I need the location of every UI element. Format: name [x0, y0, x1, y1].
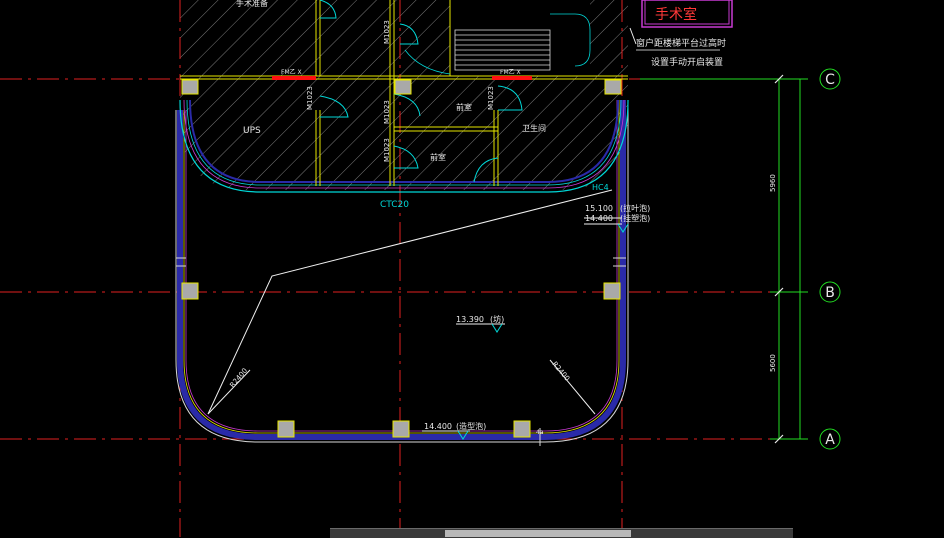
scrollbar-thumb[interactable]: [445, 530, 631, 537]
door-label-m-4: M1023: [383, 138, 391, 162]
small-tag-label: 4a: [536, 429, 544, 436]
door-label-m-3: M1023: [383, 100, 391, 124]
dimension-lines: [640, 78, 808, 440]
leader-lines: [207, 189, 622, 432]
axis-label-c: C: [825, 72, 835, 88]
door-label-m-5: M1023: [487, 86, 495, 110]
elevation-markers: [457, 223, 629, 440]
room-label-prep: 手术准备: [236, 0, 268, 8]
note-line-2: 设置手动开启装置: [651, 56, 723, 68]
operating-room-text: 手术室: [655, 6, 697, 23]
elevation-13390: 13.390: [456, 315, 484, 324]
door-label-fm-2: FM乙 X: [500, 69, 521, 76]
door-label-fm-1: FM乙 X: [281, 69, 302, 76]
axis-label-a: A: [825, 432, 835, 448]
operating-room-label: 手术室: [641, 0, 733, 28]
elevation-15100: 15.100: [585, 204, 613, 213]
elevation-13390-note: (坊): [490, 314, 504, 324]
elevation-14400-bottom: 14.400: [424, 422, 452, 431]
room-label-restroom: 卫生间: [522, 123, 546, 133]
dimension-lower: 5600: [769, 354, 777, 372]
radius-dim-left: R2400: [228, 367, 249, 390]
note-line-1: 窗户距楼梯平台过高时: [636, 37, 726, 49]
ctc-label: CTC20: [380, 200, 409, 210]
room-label-ups: UPS: [243, 126, 261, 136]
radius-dim-right: R2400: [550, 360, 571, 383]
room-label-anteroom-2: 前室: [430, 152, 446, 162]
elevation-note-2: (挂塑泡): [620, 213, 650, 223]
door-label-m-1: M1023: [306, 86, 314, 110]
elevation-14400-right: 14.400: [585, 214, 613, 223]
hatched-room-area: [180, 0, 628, 190]
axis-bubble-a: A: [819, 428, 841, 450]
door-label-m-2: M1023: [383, 20, 391, 44]
hc-label: HC4: [592, 183, 609, 192]
outer-wall: [175, 100, 629, 443]
axis-label-b: B: [825, 285, 835, 301]
room-label-anteroom-1: 前室: [456, 102, 472, 112]
room-bottom-edge: [179, 99, 629, 193]
dimension-upper: 5960: [769, 174, 777, 192]
elevation-note-1: (拉叶泡): [620, 203, 650, 213]
axis-bubble-c: C: [819, 68, 841, 90]
small-wall-ticks: [176, 257, 626, 446]
cad-drawing-canvas[interactable]: C B A 手术室 窗户距楼梯平台过高时 设置手动开启装置 UPS CTC20 …: [0, 0, 944, 537]
axis-bubble-b: B: [819, 281, 841, 303]
elevation-14400-bottom-note: (造型泡): [456, 421, 486, 431]
